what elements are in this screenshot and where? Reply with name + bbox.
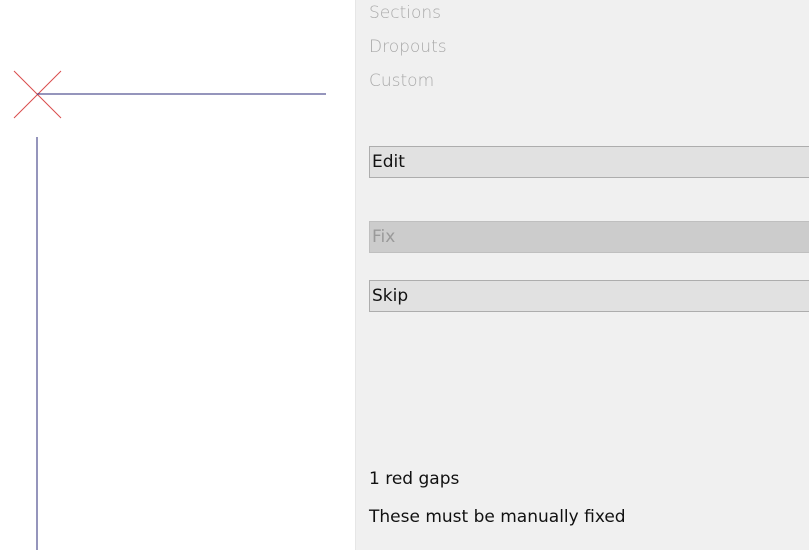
edit-button[interactable]: Edit <box>369 146 809 178</box>
status-message: These must be manually fixed <box>369 507 626 527</box>
drawing-canvas[interactable] <box>0 0 355 550</box>
fix-button: Fix <box>369 221 809 253</box>
list-item-custom[interactable]: Custom <box>369 64 447 98</box>
drawing-svg <box>13 70 326 550</box>
section-type-list: Sections Dropouts Custom <box>369 0 447 98</box>
skip-button[interactable]: Skip <box>369 280 809 312</box>
gap-count-text: 1 red gaps <box>369 469 460 489</box>
list-item-dropouts[interactable]: Dropouts <box>369 30 447 64</box>
app-window: Sections Dropouts Custom Edit Fix Skip 1… <box>0 0 809 550</box>
list-item-sections[interactable]: Sections <box>369 0 447 30</box>
gap-review-panel: Sections Dropouts Custom Edit Fix Skip 1… <box>355 0 809 550</box>
